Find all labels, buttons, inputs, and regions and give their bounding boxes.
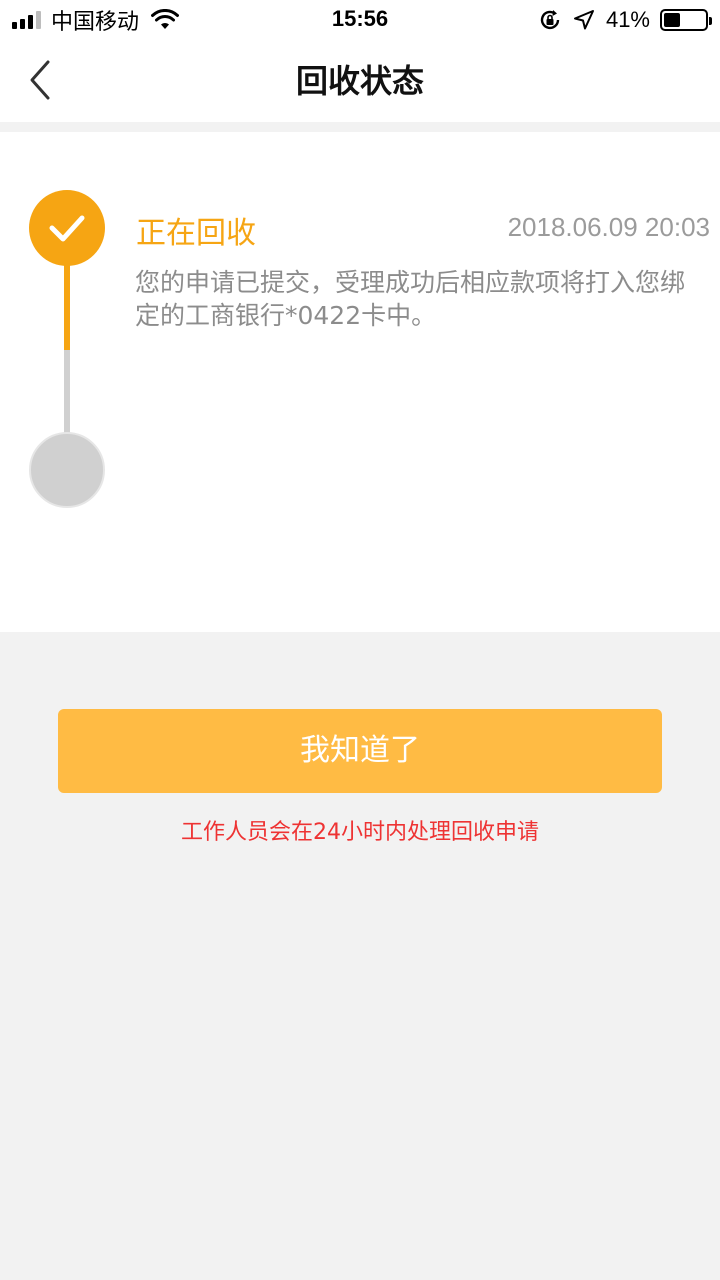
step-pending-indicator [29,432,105,508]
back-button[interactable] [20,58,64,102]
progress-line-pending [64,350,70,436]
status-right: 41% [538,6,712,34]
step-done-indicator [29,190,105,266]
nav-bar: 回收状态 [0,40,720,122]
confirm-button[interactable]: 我知道了 [58,709,662,793]
step-description: 您的申请已提交，受理成功后相应款项将打入您绑定的工商银行*0422卡中。 [135,268,686,330]
progress-card: 正在回收 2018.06.09 20:03 您的申请已提交，受理成功后相应款项将… [0,132,720,632]
battery-icon [660,9,712,31]
processing-notice: 工作人员会在24小时内处理回收申请 [181,820,539,845]
step-title: 正在回收 [136,216,256,251]
battery-fill [664,13,681,27]
screen: 中国移动 15:56 41% 回收状态 正在回收 2018.06.09 20:0… [0,0,720,1280]
chevron-left-icon [30,60,50,100]
page-title: 回收状态 [295,62,424,100]
rotation-lock-icon [540,10,560,30]
check-icon [49,215,85,242]
status-bar: 中国移动 15:56 41% [0,0,720,40]
battery-percent: 41% [605,7,650,32]
location-arrow-icon [573,10,594,30]
step-timestamp: 2018.06.09 20:03 [507,212,710,242]
progress-line-active [64,262,70,350]
